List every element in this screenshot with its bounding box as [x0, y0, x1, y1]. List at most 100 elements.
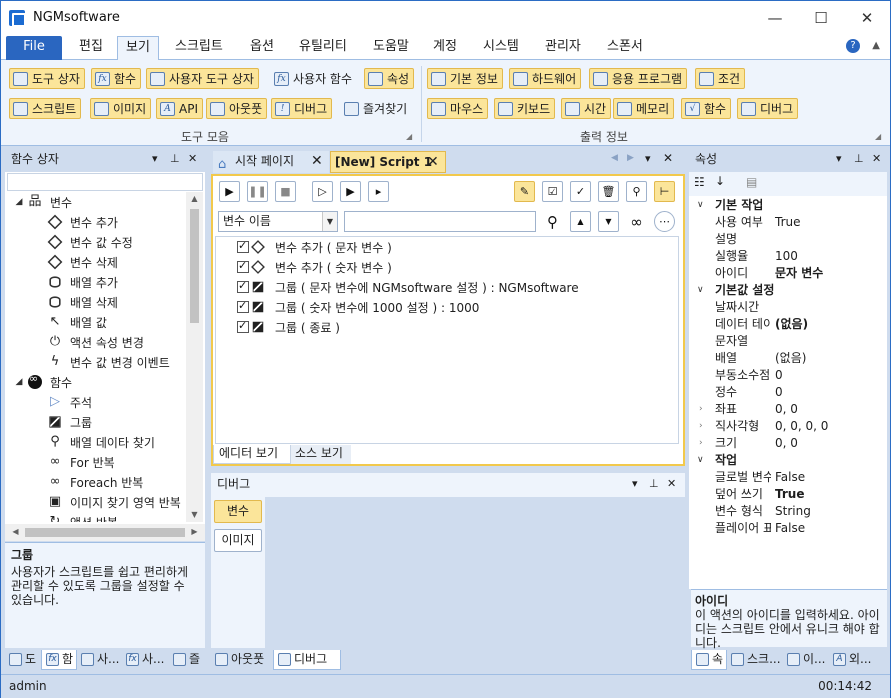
tree-item[interactable]: ▷ 주석: [48, 392, 92, 412]
properties-dropdown-icon[interactable]: ▾: [836, 148, 842, 170]
debugger-pin-icon[interactable]: ⊥: [649, 473, 659, 495]
property-value[interactable]: (없음): [775, 316, 808, 332]
tree-item[interactable]: 변수 삭제: [47, 252, 118, 272]
tree-item[interactable]: ↖ 배열 값: [48, 312, 107, 332]
property-value[interactable]: 0, 0, 0, 0: [775, 418, 828, 434]
play-button[interactable]: ▶: [219, 181, 240, 202]
property-row[interactable]: 문자열: [691, 333, 887, 350]
property-row[interactable]: 설명: [691, 231, 887, 248]
tab-editor-view[interactable]: 에디터 보기: [213, 445, 291, 464]
ribbon-application-button[interactable]: 응용 프로그램: [589, 68, 688, 89]
script-row[interactable]: 그룹 ( 문자 변수에 NGMsoftware 설정 ) : NGMsoftwa…: [237, 277, 579, 297]
play-outline-button[interactable]: ▷: [312, 181, 333, 202]
play-box-button[interactable]: ▶: [340, 181, 361, 202]
check-all-button[interactable]: ☑: [542, 181, 563, 202]
collapse-arrow-icon[interactable]: ◢: [13, 197, 25, 207]
close-button[interactable]: ✕: [844, 1, 890, 34]
scroll-left-icon[interactable]: ◀: [7, 527, 24, 536]
tree-item[interactable]: ↻ 액션 반복: [48, 512, 118, 523]
collapse-ribbon-icon[interactable]: ▲: [872, 40, 880, 51]
properties-close-icon[interactable]: ✕: [872, 148, 881, 170]
tab-favorites[interactable]: 즐: [169, 650, 205, 670]
tree-category-variables[interactable]: ◢ 品 변수: [13, 192, 73, 212]
menu-help[interactable]: 도움말: [365, 36, 417, 60]
tools-group-launcher-icon[interactable]: ◢: [406, 132, 412, 141]
property-row[interactable]: 글로벌 변수 False: [691, 469, 887, 486]
help-icon[interactable]: ?: [846, 39, 860, 53]
ribbon-image-button[interactable]: 이미지: [90, 98, 152, 119]
property-row[interactable]: 사용 여부 True: [691, 214, 887, 231]
scroll-thumb[interactable]: [190, 209, 199, 323]
tree-item[interactable]: 변수 값 수정: [47, 232, 133, 252]
more-options-button[interactable]: ⋯: [654, 211, 675, 232]
property-row[interactable]: 날짜시간: [691, 299, 887, 316]
collapse-icon[interactable]: ∨: [697, 197, 704, 213]
ribbon-debug-button[interactable]: ! 디버그: [271, 98, 333, 119]
property-value[interactable]: 0: [775, 367, 783, 383]
zoom-button[interactable]: ⚲: [626, 181, 647, 202]
property-row[interactable]: › 직사각형 0, 0, 0, 0: [691, 418, 887, 435]
script-search-input[interactable]: [344, 211, 536, 232]
chevron-down-icon[interactable]: ▼: [322, 212, 337, 231]
pause-button[interactable]: ❚❚: [247, 181, 268, 202]
property-pages-icon[interactable]: ▤: [746, 175, 757, 189]
script-row[interactable]: 그룹 ( 숫자 변수에 1000 설정 ) : 1000: [237, 297, 479, 317]
toolbox-search-input[interactable]: [7, 173, 203, 191]
tree-item[interactable]: 그룹: [48, 412, 92, 432]
edit-mode-button[interactable]: ✎: [514, 181, 535, 202]
tab-images[interactable]: 이...: [783, 650, 829, 670]
tab-script-1[interactable]: [New] Script 1 ✕: [330, 151, 446, 173]
property-value[interactable]: 100: [775, 248, 798, 264]
tab-user-functions[interactable]: fx 사...: [122, 650, 169, 670]
scroll-right-icon[interactable]: ▶: [186, 527, 203, 536]
property-row[interactable]: 플레이어 표시 False: [691, 520, 887, 537]
property-category[interactable]: ∨ 기본 작업: [691, 197, 887, 214]
tree-item[interactable]: ∞ For 반복: [48, 452, 115, 472]
delete-button[interactable]: 🗑: [598, 181, 619, 202]
tree-item[interactable]: ⚲ 배열 데이타 찾기: [48, 432, 155, 452]
ribbon-functions-button[interactable]: fx 함수: [91, 68, 142, 89]
property-value[interactable]: 문자 변수: [775, 265, 823, 281]
doc-close-icon[interactable]: ✕: [663, 151, 673, 165]
tab-close-icon[interactable]: ✕: [427, 152, 439, 173]
ribbon-hardware-button[interactable]: 하드웨어: [509, 68, 582, 89]
menu-account[interactable]: 계정: [425, 36, 465, 60]
ribbon-properties-button[interactable]: 속성: [364, 68, 415, 89]
property-row[interactable]: 아이디 문자 변수: [691, 265, 887, 282]
loop-icon[interactable]: ∞: [626, 211, 647, 232]
toolbox-dropdown-icon[interactable]: ▾: [152, 148, 158, 170]
ribbon-condition-button[interactable]: 조건: [695, 68, 746, 89]
hscroll-thumb[interactable]: [25, 528, 185, 537]
check-button[interactable]: ✓: [570, 181, 591, 202]
property-row[interactable]: 데이터 테이블 (없음): [691, 316, 887, 333]
ribbon-time-button[interactable]: 시간: [561, 98, 612, 119]
property-value[interactable]: False: [775, 520, 805, 536]
debugger-close-icon[interactable]: ✕: [667, 473, 676, 495]
ribbon-memory-button[interactable]: 메모리: [613, 98, 675, 119]
menu-utility[interactable]: 유틸리티: [291, 36, 355, 60]
tree-item[interactable]: ϟ 변수 값 변경 이벤트: [48, 352, 170, 372]
minimize-button[interactable]: —: [752, 1, 798, 34]
property-value[interactable]: True: [775, 486, 804, 502]
row-checkbox[interactable]: [237, 279, 249, 293]
row-checkbox[interactable]: [237, 259, 249, 273]
expand-icon[interactable]: ›: [699, 401, 703, 417]
ribbon-script-button[interactable]: 스크립트: [9, 98, 82, 119]
menu-file[interactable]: File: [6, 36, 62, 60]
tree-item[interactable]: 변수 추가: [47, 212, 118, 232]
property-value[interactable]: False: [775, 469, 805, 485]
property-row[interactable]: 배열 (없음): [691, 350, 887, 367]
script-row[interactable]: 변수 추가 ( 문자 변수 ): [237, 237, 392, 257]
toolbox-scrollbar[interactable]: ▲ ▼: [186, 192, 203, 522]
collapse-arrow-icon[interactable]: ◢: [13, 377, 25, 387]
tree-item[interactable]: ⏻ 액션 속성 변경: [48, 332, 144, 352]
expand-icon[interactable]: ›: [699, 435, 703, 451]
ribbon-basic-info-button[interactable]: 기본 정보: [427, 68, 503, 89]
tab-scroll-right-icon[interactable]: ▶: [627, 153, 634, 163]
tab-output[interactable]: 아웃풋: [211, 650, 273, 670]
debugger-images-button[interactable]: 이미지: [214, 529, 262, 552]
property-row[interactable]: 정수 0: [691, 384, 887, 401]
tree-item[interactable]: 배열 삭제: [48, 292, 118, 312]
script-row[interactable]: 변수 추가 ( 숫자 변수 ): [237, 257, 392, 277]
row-checkbox[interactable]: [237, 319, 249, 333]
